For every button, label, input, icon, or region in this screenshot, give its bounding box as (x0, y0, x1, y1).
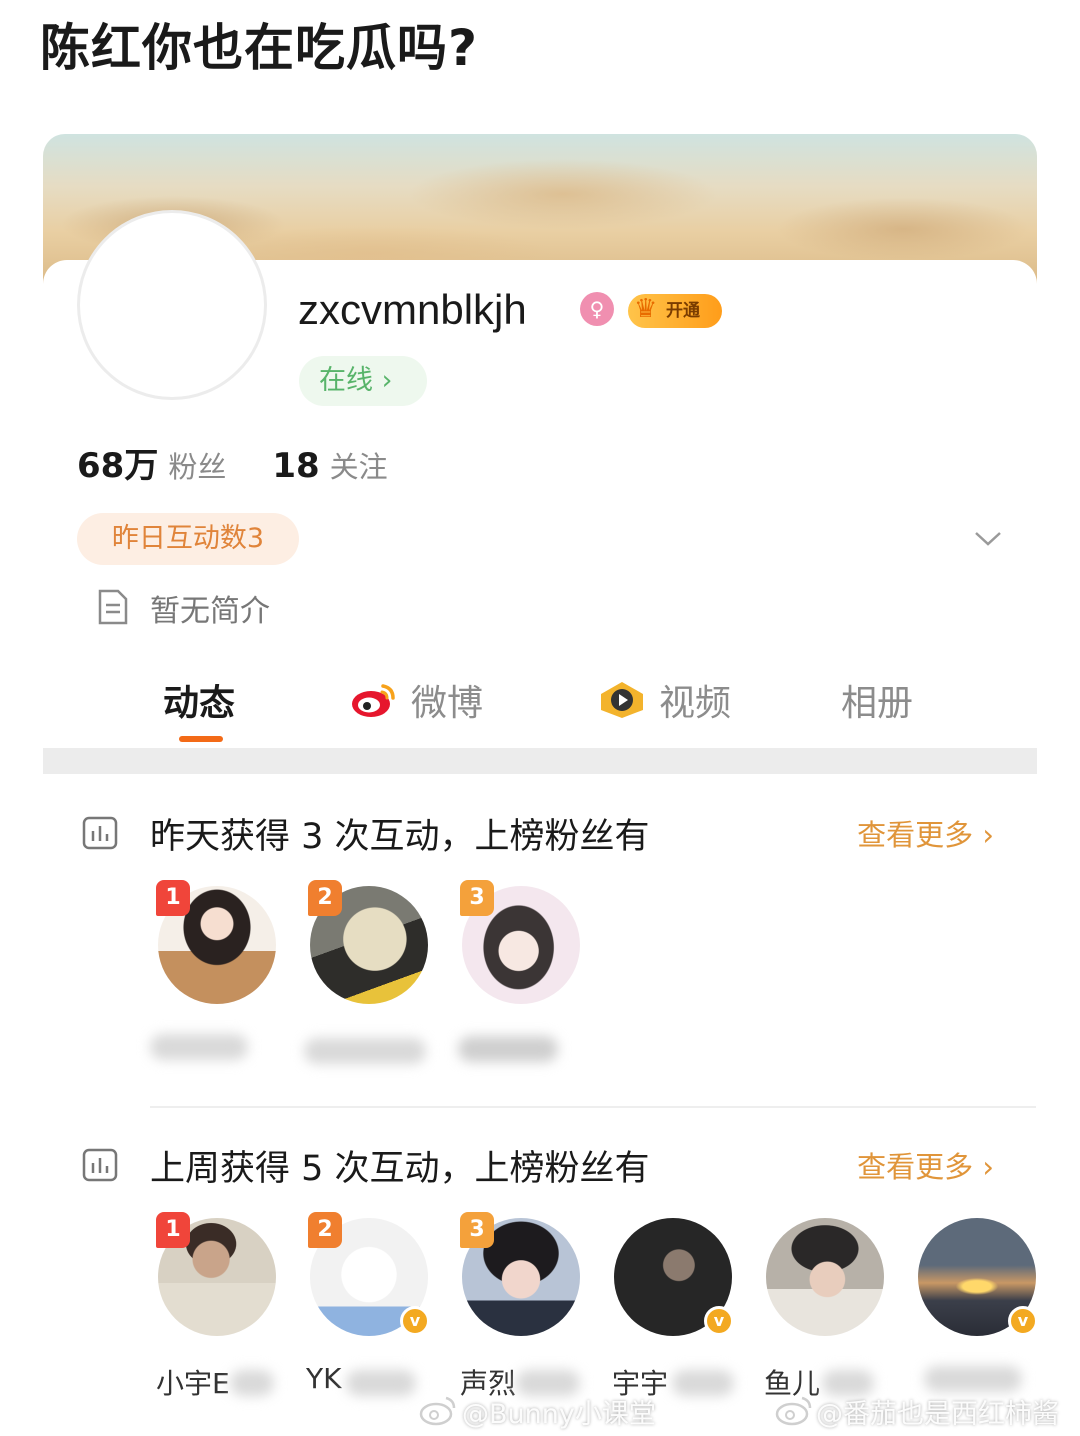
fan-avatar[interactable]: 3 (460, 880, 580, 1004)
crown-icon: ♛ (634, 294, 658, 324)
followers-count[interactable]: 68万 (77, 438, 158, 487)
fan-name: YK (306, 1362, 342, 1395)
see-more-link[interactable]: 查看更多 › (857, 812, 994, 854)
verified-badge-icon: v (1008, 1306, 1038, 1336)
blurred-name (458, 1036, 558, 1062)
bar-chart-icon (82, 1148, 118, 1182)
section-last-week-header: 上周获得 5 次互动，上榜粉丝有 查看更多 › (82, 1140, 1002, 1190)
avatar[interactable] (77, 210, 267, 400)
blurred-name (346, 1370, 416, 1396)
weibo-logo-icon (775, 1396, 812, 1426)
verified-badge-icon: v (400, 1306, 430, 1336)
female-icon: ♀ (580, 292, 614, 326)
video-play-icon (601, 682, 643, 718)
blurred-name (150, 1034, 248, 1060)
fan-name: 小宇E (156, 1367, 230, 1400)
verified-badge-icon: v (704, 1306, 734, 1336)
rank-badge: 3 (460, 1212, 494, 1248)
interaction-chip[interactable]: 昨日互动数3 (77, 513, 299, 565)
blurred-name (924, 1366, 1022, 1392)
tab-weibo[interactable]: 微博 (349, 674, 483, 726)
section-yesterday-header: 昨天获得 3 次互动，上榜粉丝有 查看更多 › (82, 808, 1002, 858)
fan-avatar[interactable]: 2 (308, 880, 428, 1004)
username: zxcvmnblkjh (298, 286, 527, 333)
bio-text: 暂无简介 (150, 594, 270, 629)
blurred-name (230, 1370, 274, 1396)
profile-tabs: 动态 微博 视频 相册 (43, 660, 1037, 742)
following-label[interactable]: 关注 (330, 444, 388, 486)
followers-label[interactable]: 粉丝 (168, 444, 226, 486)
following-count[interactable]: 18 (272, 446, 319, 486)
tab-video[interactable]: 视频 (597, 674, 731, 726)
blurred-name (304, 1038, 426, 1064)
tab-label: 动态 (163, 683, 236, 724)
section-title: 上周获得 5 次互动，上榜粉丝有 (150, 1148, 650, 1189)
fan-avatar[interactable]: 1 (156, 1212, 276, 1336)
vip-open-button[interactable]: ♛ 开通 (628, 294, 722, 328)
rank-badge: 2 (308, 880, 342, 916)
online-status-button[interactable]: 在线 › (299, 356, 427, 406)
active-tab-indicator (179, 736, 223, 742)
weibo-logo-icon (352, 684, 395, 717)
tab-label: 微博 (411, 683, 484, 724)
fan-avatar[interactable]: 2 v (308, 1212, 430, 1336)
fan-avatar[interactable] (766, 1218, 884, 1336)
section-title: 昨天获得 3 次互动，上榜粉丝有 (150, 816, 650, 857)
fan-avatar[interactable]: 3 (460, 1212, 580, 1336)
post-title: 陈红你也在吃瓜吗? (40, 19, 479, 77)
rank-badge: 3 (460, 880, 494, 916)
rank-badge: 1 (156, 880, 190, 916)
watermark: @Bunny小课堂 (462, 1399, 656, 1430)
see-more-link[interactable]: 查看更多 › (857, 1144, 994, 1186)
blurred-name (672, 1370, 734, 1396)
fan-avatar[interactable]: 1 (156, 880, 276, 1004)
chevron-down-icon[interactable] (972, 522, 1004, 554)
section-divider (150, 1106, 1036, 1108)
profile-stats: 68万 粉丝 18 关注 (77, 438, 434, 487)
fan-avatar[interactable]: v (614, 1218, 734, 1336)
document-icon (98, 589, 128, 625)
avatar (766, 1218, 884, 1336)
rank-badge: 2 (308, 1212, 342, 1248)
vip-label: 开通 (666, 301, 700, 321)
tab-feed[interactable]: 动态 (163, 674, 235, 726)
watermark: @番茄也是西红柿酱 (816, 1399, 1059, 1430)
tab-label: 视频 (659, 683, 732, 724)
rank-badge: 1 (156, 1212, 190, 1248)
tab-album[interactable]: 相册 (841, 674, 913, 726)
weibo-logo-icon (419, 1396, 456, 1426)
bar-chart-icon (82, 816, 118, 850)
fan-avatar[interactable]: v (918, 1218, 1038, 1336)
tab-label: 相册 (841, 683, 914, 724)
section-separator (43, 748, 1037, 774)
